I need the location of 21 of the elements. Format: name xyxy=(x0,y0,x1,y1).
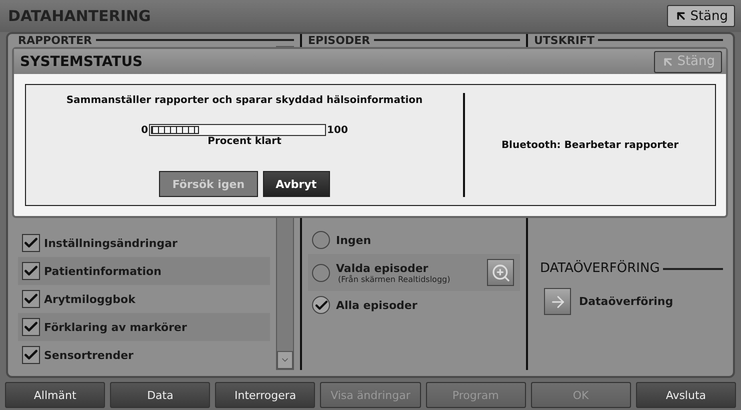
dialog-title: SYSTEMSTATUS xyxy=(20,54,143,70)
report-label: Inställningsändringar xyxy=(44,236,178,250)
progress-min: 0 xyxy=(141,124,148,136)
progress-caption: Procent klart xyxy=(208,136,282,147)
section-heading: RAPPORTER xyxy=(18,34,92,46)
status-message: Sammanställer rapporter och sparar skyddad hälsoinformation xyxy=(66,95,423,106)
section-heading: UTSKRIFT xyxy=(534,34,594,46)
episode-label: Alla episoder xyxy=(336,298,418,312)
window-title: DATAHANTERING xyxy=(8,7,151,25)
episode-label: Ingen xyxy=(336,234,372,246)
report-label: Förklaring av markörer xyxy=(44,320,187,334)
bluetooth-status: Bluetooth: Bearbetar rapporter xyxy=(501,140,679,150)
report-label: Patientinformation xyxy=(44,264,162,278)
section-heading: EPISODER xyxy=(308,34,370,46)
episode-label: Valda episoder xyxy=(336,262,430,274)
report-label: Sensortrender xyxy=(44,348,134,362)
transfer-label: Dataöverföring xyxy=(579,295,674,308)
section-heading: DATAÖVERFÖRING xyxy=(540,261,660,276)
progress-max: 100 xyxy=(327,124,348,136)
report-label: Arytmiloggbok xyxy=(44,292,136,306)
episode-note: (Från skärmen Realtidslogg) xyxy=(337,274,452,284)
